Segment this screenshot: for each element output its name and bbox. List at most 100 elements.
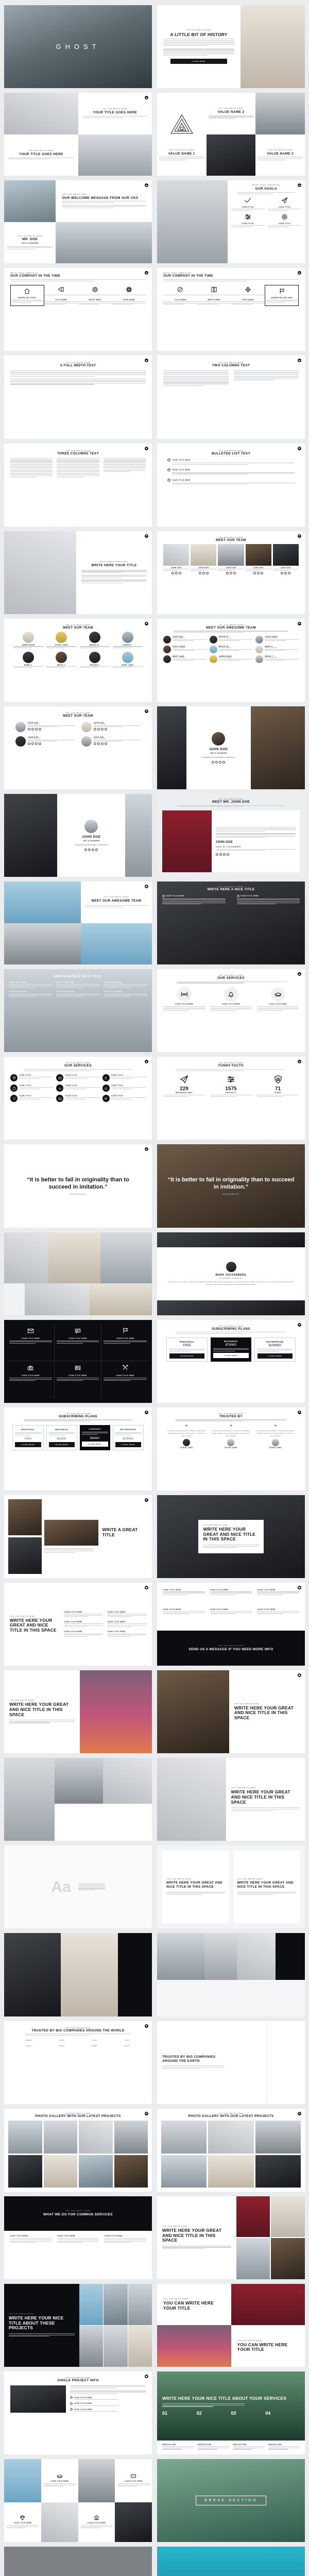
slide-profile-female[interactable]: JOHN DOE CEO & FOUNDER A company is an a… <box>157 706 305 789</box>
slide-meet-mr-john-doe[interactable]: YOU CAN WRITE HERE MEET MR. JOHN DOE JOH… <box>157 793 305 877</box>
slide-bulleted-list[interactable]: YOU CAN WRITE HERE BULLETED LIST TEXT YO… <box>157 443 305 527</box>
slide-break-section[interactable]: BREAK SECTION <box>157 2459 305 2543</box>
team-member[interactable]: MARK Z. <box>13 651 44 669</box>
learn-more-button[interactable]: LEARN MORE <box>257 1353 293 1359</box>
plan-card[interactable]: BUSINESS $59/MO LEARN MORE <box>46 1425 77 1451</box>
service-item[interactable]: YOUR TITLE <box>56 1074 100 1082</box>
twitter-icon[interactable] <box>93 727 96 731</box>
team-member[interactable]: KAREN C. <box>112 632 143 649</box>
twitter-icon[interactable] <box>93 742 96 745</box>
slide-services-three-circles[interactable]: YOU CAN WRITE HERE OUR SERVICES YOUR TIT… <box>157 969 305 1053</box>
timeline-step[interactable]: YEAR NAME <box>231 286 265 306</box>
slide-quote-photo[interactable]: “It is better to fail in originality tha… <box>157 1144 305 1228</box>
team-member[interactable]: JAMES BOND <box>13 632 44 649</box>
slide-timeline-start[interactable]: WRITE HERE SOMETHING OUR COMPANY IN THE … <box>4 268 152 351</box>
learn-more-button[interactable]: LEARN MORE <box>48 1442 75 1448</box>
slide-photo-gallery-b[interactable]: YOU CAN WRITE HERE PHOTO GALLERY WITH OU… <box>157 2108 305 2192</box>
service-item[interactable]: YOUR TITLE <box>102 1095 146 1103</box>
team-member[interactable]: JOHN DOE <box>245 544 271 574</box>
slide-two-title-blocks[interactable]: YOU CAN WRITE HERE YOUR TITLE GOES HERE … <box>4 93 152 176</box>
timeline-step[interactable]: WRITE HERE <box>78 286 112 306</box>
feature-item[interactable]: YOUR TITLE HERE <box>7 1361 55 1399</box>
team-member[interactable]: PETER PT. CEO & FOUNDER <box>209 635 253 643</box>
feature-item[interactable]: YOUR TITLE HERE <box>101 1361 149 1399</box>
feature-card[interactable]: YOUR TITLE HERE <box>4 2502 41 2543</box>
twitter-icon[interactable] <box>84 849 88 852</box>
team-member[interactable]: BRIAN T. CEO & FOUNDER <box>255 655 299 663</box>
team-member[interactable]: JOHN DOE <box>218 544 244 574</box>
slide-trusted-by-quotes[interactable]: YOU CAN WRITE HERE TRUSTED BY “ A compan… <box>157 1407 305 1490</box>
plan-card[interactable]: PERSONAL FREE LEARN MORE <box>166 1337 208 1362</box>
team-member[interactable]: MARY JANE CEO & FOUNDER <box>163 655 207 663</box>
twitter-icon[interactable] <box>28 742 30 745</box>
slide-typography-specimen[interactable]: Aa <box>4 1845 152 1929</box>
learn-more-button[interactable]: LEARN MORE <box>15 1442 41 1448</box>
linkedin-icon[interactable] <box>233 571 236 574</box>
slide-pool-footer[interactable] <box>157 2547 305 2576</box>
team-member[interactable]: MARK Z. CEO & FOUNDER <box>255 645 299 653</box>
slide-title-right-photo[interactable]: YOU CAN WRITE HERE WRITE HERE YOUR GREAT… <box>157 1758 305 1841</box>
service-item[interactable]: YOUR TITLE <box>10 1095 54 1103</box>
team-member[interactable]: BRUCE W. CEO & FOUNDER <box>209 645 253 653</box>
team-member[interactable]: JAMES BOND CEO & FOUNDER <box>209 655 253 663</box>
feature-item[interactable]: YOUR TITLE HERE <box>7 1324 55 1362</box>
learn-more-button[interactable]: LEARN MORE <box>115 1442 141 1448</box>
facebook-icon[interactable] <box>257 571 260 574</box>
linkedin-icon[interactable] <box>178 571 181 574</box>
facebook-icon[interactable] <box>202 571 205 574</box>
slide-funny-facts[interactable]: YOU CAN WRITE HERE FUNNY FACTS 229 MESSA… <box>157 1057 305 1140</box>
slide-team-awesome-nine[interactable]: YOU CAN WRITE HERE MEET OUR AWESOME TEAM… <box>157 618 305 702</box>
timeline-step[interactable]: YEAR NAME <box>112 286 146 306</box>
facebook-icon[interactable] <box>31 727 34 731</box>
bullet-item[interactable]: YOUR TITLE HERE <box>167 468 295 475</box>
bullet-item[interactable]: YOUR TITLE HERE <box>167 459 295 465</box>
slide-dark-photo-split[interactable] <box>4 1933 152 2016</box>
facebook-icon[interactable] <box>175 571 178 574</box>
slide-two-title-cards[interactable]: YOU CAN WRITE HERE WRITE HERE YOUR GREAT… <box>157 1845 305 1929</box>
team-member[interactable]: THELMA T. <box>79 651 110 669</box>
linkedin-icon[interactable] <box>219 761 222 764</box>
slide-timeline-now[interactable]: WRITE HERE SOMETHING OUR COMPANY IN THE … <box>157 268 305 351</box>
facebook-icon[interactable] <box>215 761 218 764</box>
slide-plans-four[interactable]: YOU CAN WRITE HERE SUBSCRIBING PLANS PER… <box>4 1407 152 1490</box>
slide-services-nine[interactable]: YOU CAN WRITE HERE OUR SERVICES YOUR TIT… <box>4 1057 152 1140</box>
goal-item[interactable]: YOUR TITLE <box>267 213 301 228</box>
slide-three-columns-text[interactable]: YOU CAN WRITE HERE THREE COLUMNS TEXT <box>4 443 152 527</box>
twitter-icon[interactable] <box>212 761 215 764</box>
twitter-icon[interactable] <box>253 571 256 574</box>
slide-contact-banner[interactable]: YOUR TITLE HERE YOUR TITLE HERE YOUR TIT… <box>157 1582 305 1666</box>
feature-item[interactable]: YOUR TITLE HERE <box>54 1324 102 1362</box>
plan-card[interactable]: PERSONAL FREE LEARN MORE <box>12 1425 44 1451</box>
slide-our-goals[interactable]: WRITE HERE SOMETHING OUR GOALS YOUR TITL… <box>157 180 305 264</box>
timeline-step[interactable]: WRITE HERE <box>197 286 231 306</box>
service-item[interactable]: YOUR TITLE HERE <box>257 987 299 1011</box>
slide-zuckerberg-card[interactable]: MARK ZUCKERBERG FACEBOOK COMPANY A compa… <box>157 1232 305 1315</box>
service-item[interactable]: YOUR TITLE <box>10 1074 54 1082</box>
facebook-icon[interactable] <box>97 727 100 731</box>
goal-item[interactable]: YOUR TITLE <box>231 197 265 211</box>
team-member[interactable]: JOHN DOE <box>163 544 190 574</box>
linkedin-icon[interactable] <box>100 727 104 731</box>
team-member[interactable]: JOHN DOE CEO & FOUNDER <box>81 736 141 747</box>
twitter-icon[interactable] <box>215 853 218 856</box>
team-member[interactable]: JOHN DOE <box>272 544 299 574</box>
slide-city-overlay-title[interactable]: YOU CAN WRITE HERE WRITE HERE YOUR GREAT… <box>157 1495 305 1578</box>
instagram-icon[interactable] <box>222 761 226 764</box>
instagram-icon[interactable] <box>95 849 98 852</box>
bullet-item[interactable]: YOUR TITLE HERE <box>70 2396 146 2401</box>
plan-card[interactable]: ENTERPRISE $199/MO LEARN MORE <box>112 1425 144 1451</box>
slide-cover[interactable]: GHOST <box>4 5 152 89</box>
team-member[interactable]: BRUCE W. <box>79 632 110 649</box>
slide-write-here-space[interactable]: YOU CAN WRITE HERE WRITE HERE YOUR GREAT… <box>157 2196 305 2279</box>
timeline-step[interactable]: TITLE HERE <box>44 286 78 306</box>
slide-you-can-write-two[interactable]: YOU CAN WRITE HERE YOU CAN WRITE HERE YO… <box>157 2283 305 2367</box>
slide-profile-male[interactable]: JOHN DOE CEO & FOUNDER A company is an a… <box>4 793 152 877</box>
team-member[interactable]: STEVE JOBS <box>46 632 77 649</box>
slide-full-width-text[interactable]: YOU CAN WRITE HERE A FULL WIDTH TEXT <box>4 355 152 439</box>
plan-card-featured[interactable]: COMPANY $99/MO LEARN MORE <box>80 1425 110 1451</box>
timeline-step[interactable]: TITLE HERE <box>163 286 197 306</box>
facebook-icon[interactable] <box>284 571 287 574</box>
slide-product-gallery[interactable] <box>4 1232 152 1315</box>
instagram-icon[interactable] <box>226 853 229 856</box>
linkedin-icon[interactable] <box>35 727 38 731</box>
